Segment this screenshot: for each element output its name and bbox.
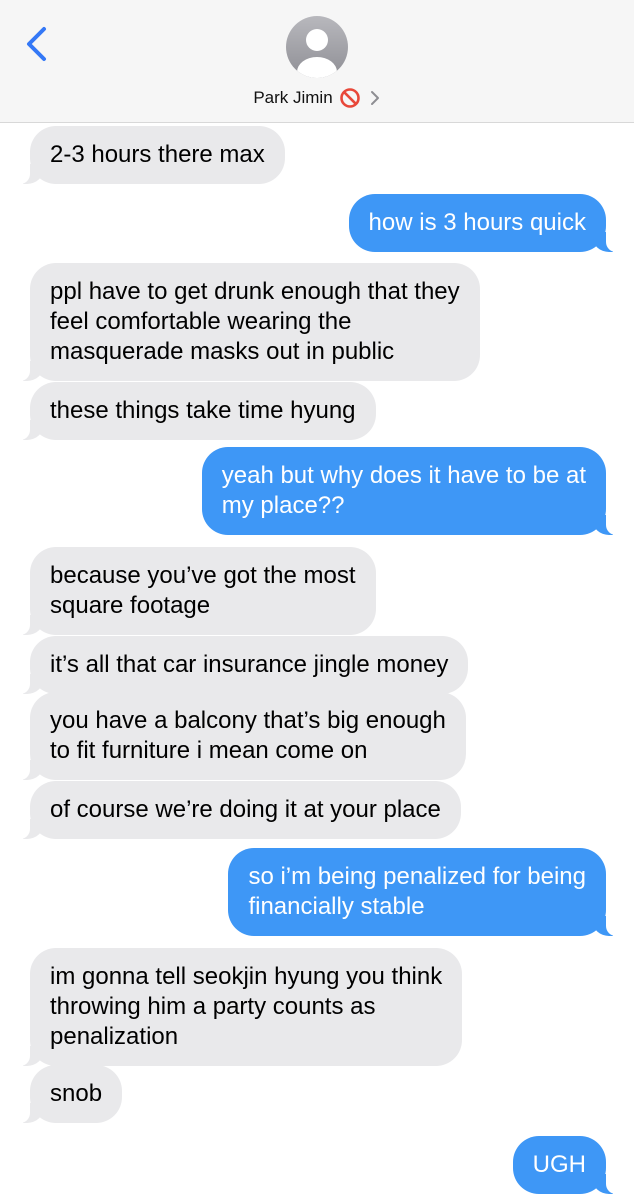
message-thread: 2-3 hours there max how is 3 hours quick… — [0, 122, 634, 1200]
no-entry-icon — [339, 88, 360, 108]
person-silhouette-icon — [297, 29, 337, 78]
chevron-left-icon — [27, 27, 46, 61]
message-bubble-outgoing[interactable]: UGH — [512, 1136, 617, 1194]
contact-name: Park Jimin — [253, 88, 333, 107]
message-bubble-incoming[interactable]: you have a balcony that’s big enough to … — [20, 692, 466, 780]
message-bubble-incoming[interactable]: ppl have to get drunk enough that they f… — [20, 263, 480, 381]
message-bubble-incoming[interactable]: of course we’re doing it at your place — [20, 781, 461, 839]
chevron-right-icon — [370, 91, 379, 105]
message-bubble-outgoing[interactable]: how is 3 hours quick — [348, 194, 617, 252]
avatar[interactable] — [286, 16, 348, 78]
message-bubble-outgoing[interactable]: yeah but why does it have to be at my pl… — [201, 447, 617, 535]
message-bubble-incoming[interactable]: im gonna tell seokjin hyung you think th… — [19, 948, 463, 1066]
message-bubble-outgoing[interactable]: so i’m being penalized for being financi… — [228, 848, 616, 936]
message-bubble-incoming[interactable]: 2-3 hours there max — [20, 126, 285, 184]
conversation-header: Park Jimin — [0, 0, 634, 123]
contact-details-button[interactable]: Park Jimin — [0, 86, 634, 110]
message-bubble-incoming[interactable]: these things take time hyung — [20, 382, 376, 440]
message-bubble-incoming[interactable]: snob — [19, 1065, 123, 1123]
message-bubble-incoming[interactable]: because you’ve got the most square foota… — [20, 547, 376, 635]
back-button[interactable] — [24, 26, 50, 62]
message-bubble-incoming[interactable]: it’s all that car insurance jingle money — [19, 636, 469, 694]
